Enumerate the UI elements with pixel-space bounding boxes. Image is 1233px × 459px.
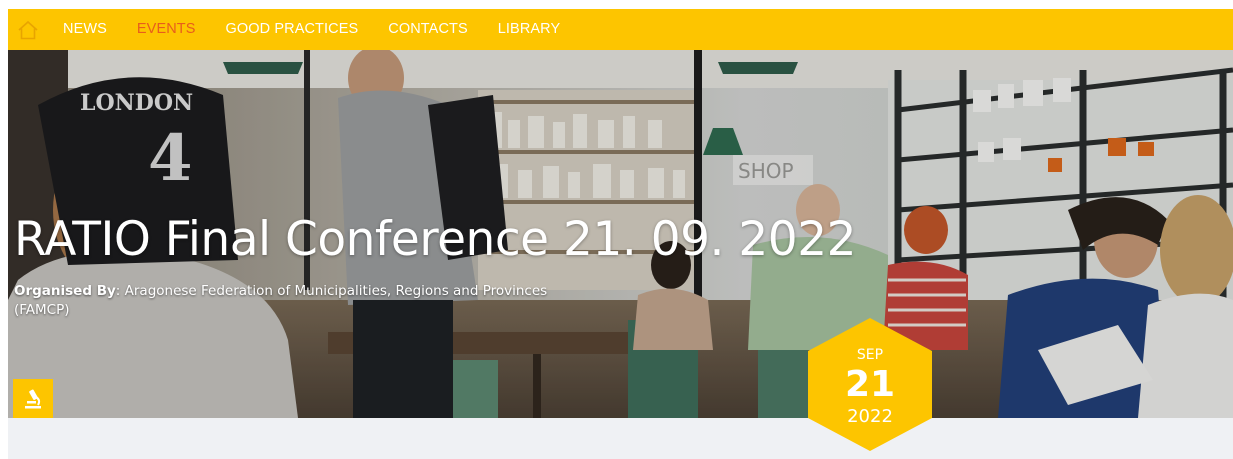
microscope-icon bbox=[25, 389, 41, 408]
event-organiser: Organised By: Aragonese Federation of Mu… bbox=[14, 282, 594, 320]
date-day: 21 bbox=[844, 364, 896, 405]
event-date-badge: SEP 21 2022 bbox=[808, 318, 932, 451]
date-month: SEP bbox=[856, 347, 884, 363]
page-frame: NEWS EVENTS GOOD PRACTICES CONTACTS LIBR… bbox=[8, 9, 1233, 459]
main-navbar: NEWS EVENTS GOOD PRACTICES CONTACTS LIBR… bbox=[8, 9, 1233, 50]
category-badge[interactable] bbox=[13, 379, 53, 418]
nav-good-practices[interactable]: GOOD PRACTICES bbox=[211, 9, 374, 50]
organiser-label: Organised By bbox=[14, 283, 116, 299]
event-title: RATIO Final Conference 21. 09. 2022 bbox=[14, 212, 857, 267]
event-hero: SHOP LONDON 4 RATIO Final Conference 21.… bbox=[8, 50, 1233, 418]
nav-library[interactable]: LIBRARY bbox=[483, 9, 576, 50]
date-year: 2022 bbox=[847, 406, 893, 427]
nav-contacts[interactable]: CONTACTS bbox=[373, 9, 482, 50]
nav-news[interactable]: NEWS bbox=[48, 9, 122, 50]
home-link[interactable] bbox=[8, 9, 48, 50]
nav-events[interactable]: EVENTS bbox=[122, 9, 211, 50]
content-strip bbox=[8, 418, 1233, 459]
home-icon bbox=[18, 20, 38, 39]
